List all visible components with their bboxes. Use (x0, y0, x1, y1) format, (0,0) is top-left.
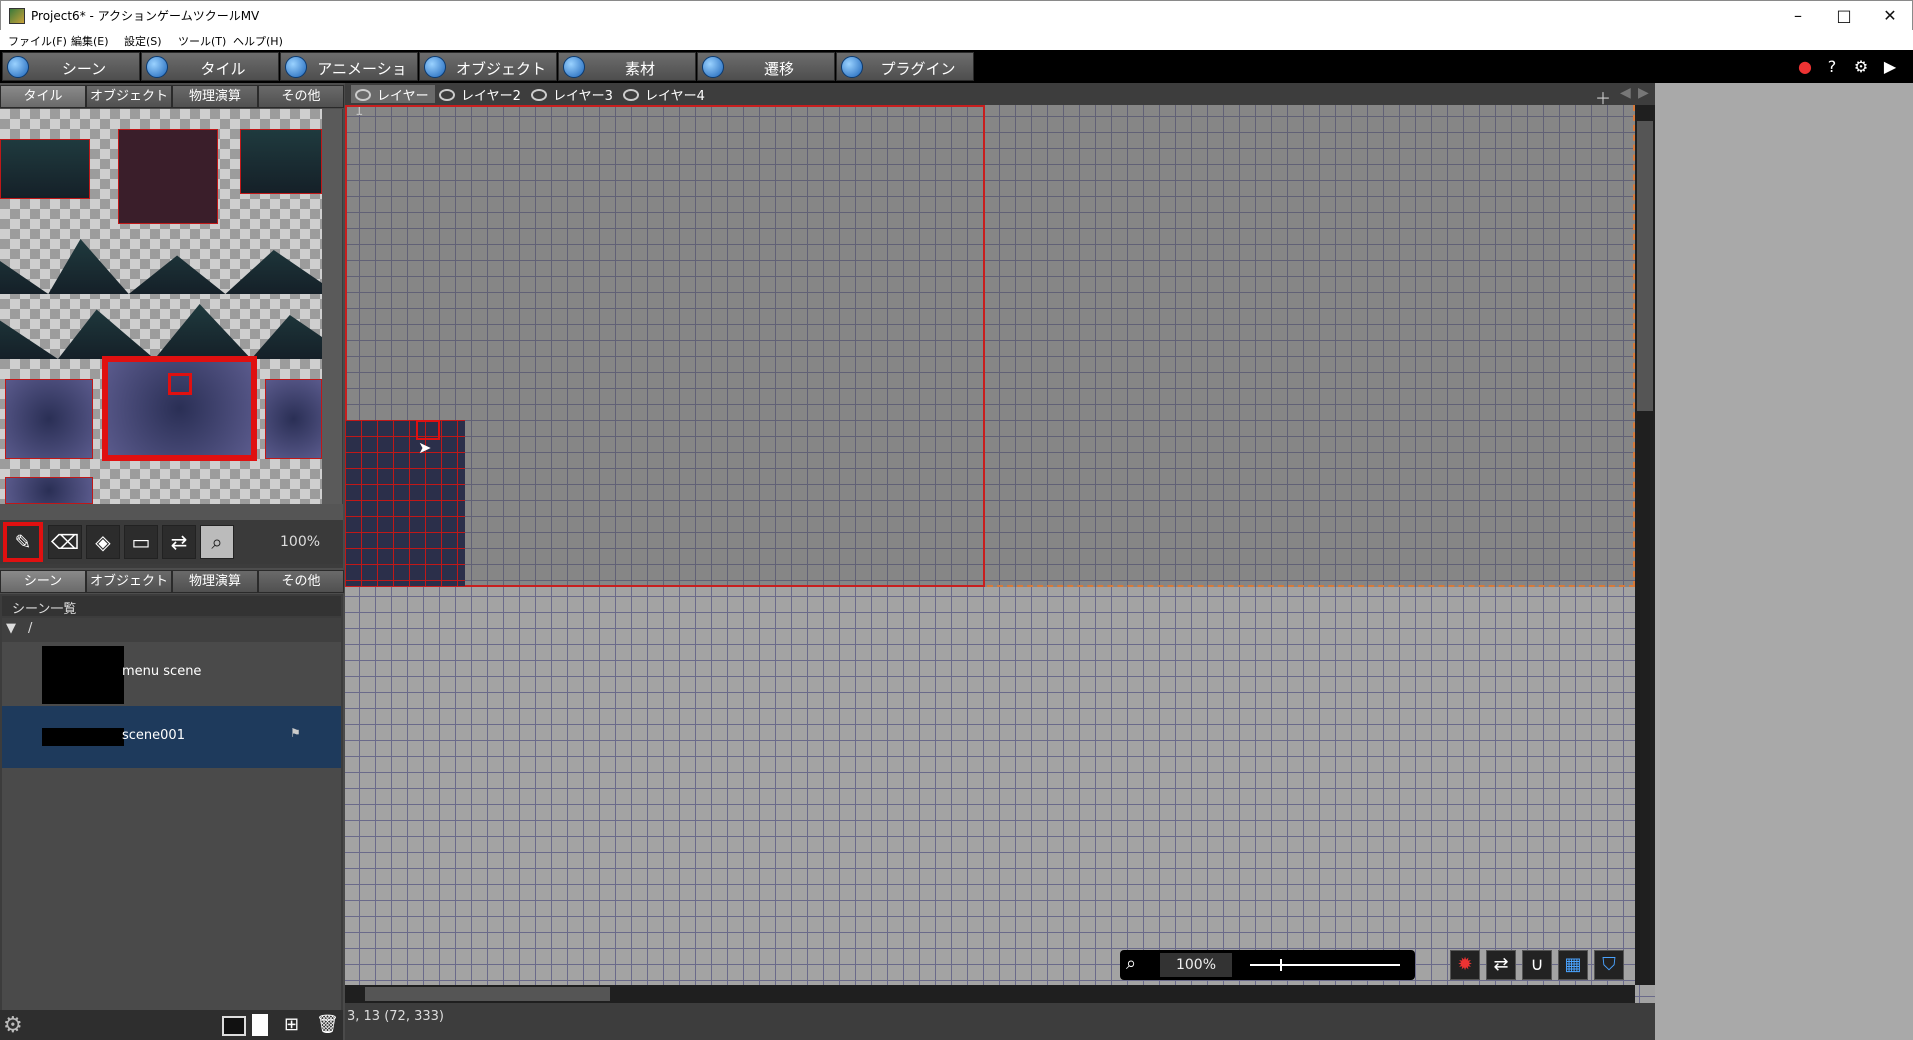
tab-animation[interactable]: アニメーション (280, 52, 418, 99)
subtab-scene[interactable]: シーン (0, 570, 86, 593)
gear-icon[interactable]: ⚙ (1852, 58, 1870, 76)
map-vscroll[interactable] (1635, 105, 1655, 985)
tab-plugin[interactable]: プラグイン (836, 52, 974, 81)
layer-tab-1[interactable]: レイヤー1 (351, 85, 435, 119)
placed-tiles (345, 420, 465, 586)
scene-item-menu[interactable]: menu scene (2, 642, 341, 704)
scene-thumbnail (42, 646, 124, 704)
scene-name: scene001 (122, 728, 185, 743)
select-tool-icon[interactable]: ▭ (124, 525, 158, 559)
menu-tools[interactable]: ツール(T) (178, 33, 226, 49)
scene-subtabs: シーン オブジェクト 物理演算 その他 (0, 568, 344, 594)
magnifier-icon[interactable]: ⌕ (1126, 953, 1136, 974)
arrow-left-icon[interactable]: ◀ (1620, 85, 1631, 101)
maximize-button[interactable]: □ (1821, 1, 1867, 31)
scene-thumbnail (42, 728, 124, 746)
layer-view-icon[interactable]: ⇄ (162, 525, 196, 559)
main-toolbar: シーン タイル アニメーション オブジェクト 素材 遷移 プラグイン ● ? ⚙… (0, 50, 1913, 99)
scene-list-header: シーン一覧 (2, 596, 341, 617)
tileset-vscroll[interactable] (322, 109, 342, 504)
subtab-tile[interactable]: タイル (0, 85, 86, 108)
object-icon (424, 56, 446, 78)
map-zoom-control: ⌕ 100% (1120, 950, 1415, 980)
trash-icon[interactable]: 🗑 (316, 1014, 339, 1035)
pen-tool-icon[interactable]: ✎ (3, 522, 43, 562)
eye-icon[interactable] (355, 89, 371, 101)
arrow-right-icon[interactable]: ▶ (1638, 85, 1649, 101)
start-flag-icon: ⚑ (290, 726, 301, 740)
tileset-hscroll[interactable] (0, 504, 343, 520)
right-strip (1655, 83, 1913, 1040)
tab-resources[interactable]: 素材 (558, 52, 696, 81)
scene-list: menu scene scene001 ⚑ (2, 642, 341, 1012)
menu-settings[interactable]: 設定(S) (124, 33, 162, 49)
status-bar: 3, 13 (72, 333) (345, 1003, 1655, 1040)
add-folder-icon[interactable]: ⊞ (284, 1014, 299, 1035)
cursor-position: 3, 13 (72, 333) (347, 1009, 444, 1024)
app-icon (9, 8, 25, 24)
magnet-icon[interactable]: ∪ (1522, 950, 1552, 980)
subtab-physics[interactable]: 物理演算 (172, 85, 258, 108)
eye-icon[interactable] (439, 89, 455, 101)
plugin-icon (841, 56, 863, 78)
tool-zoom-value: 100% (280, 534, 321, 550)
animation-icon (285, 56, 307, 78)
layer-tab-2[interactable]: レイヤー2 (439, 85, 529, 104)
subtab-scene-physics[interactable]: 物理演算 (172, 570, 258, 593)
settings-gear-icon[interactable]: ⚙ (3, 1014, 27, 1038)
resources-icon (563, 56, 585, 78)
folder-name: / (28, 621, 33, 636)
tile-tools: ✎ ⌫ ◈ ▭ ⇄ ⌕ 100% (0, 520, 343, 564)
scene-name: menu scene (122, 664, 202, 679)
map-hscroll[interactable] (345, 985, 1635, 1003)
eraser-tool-icon[interactable]: ⌫ (48, 525, 82, 559)
scene-icon (7, 56, 29, 78)
fill-tool-icon[interactable]: ◈ (86, 525, 120, 559)
tab-object[interactable]: オブジェクト (419, 52, 557, 81)
eye-icon[interactable] (531, 89, 547, 101)
tile-cursor (416, 420, 440, 440)
minimize-button[interactable]: – (1775, 1, 1821, 31)
layer-swap-icon[interactable]: ⇄ (1486, 950, 1516, 980)
collapse-icon[interactable]: ▼ (6, 621, 16, 636)
subtab-object[interactable]: オブジェクト (86, 85, 172, 108)
play-icon[interactable]: ▶ (1881, 58, 1899, 76)
map-zoom-value[interactable]: 100% (1160, 953, 1232, 977)
tileset-palette[interactable] (0, 109, 322, 504)
tile-subtabs: タイル オブジェクト 物理演算 その他 (0, 83, 344, 109)
folder-row[interactable]: ▼ / (2, 618, 341, 642)
grid-icon[interactable]: ▦ (1558, 950, 1588, 980)
subtab-other[interactable]: その他 (258, 85, 344, 108)
scene-item-scene001[interactable]: scene001 ⚑ (2, 706, 341, 768)
zoom-slider[interactable] (1250, 964, 1400, 966)
tile-icon (146, 56, 168, 78)
tab-transition[interactable]: 遷移 (697, 52, 835, 81)
menu-bar: ファイル(F) 編集(E) 設定(S) ツール(T) ヘルプ(H) (0, 30, 1913, 50)
tab-scene[interactable]: シーン (2, 52, 140, 81)
zoom-slider-thumb[interactable] (1280, 959, 1282, 971)
subtab-scene-other[interactable]: その他 (258, 570, 344, 593)
help-icon[interactable]: ? (1823, 58, 1841, 76)
layer-tab-4[interactable]: レイヤー4 (623, 85, 713, 104)
shield-icon[interactable]: ⛉ (1594, 950, 1624, 980)
new-scene-icon[interactable] (222, 1016, 246, 1036)
subtab-scene-object[interactable]: オブジェクト (86, 570, 172, 593)
close-button[interactable]: ✕ (1867, 1, 1913, 31)
menu-help[interactable]: ヘルプ(H) (233, 33, 283, 49)
record-icon[interactable]: ● (1796, 58, 1814, 76)
window-title: Project6* - アクションゲームツクールMV (31, 9, 260, 23)
paint-icon[interactable]: ✹ (1450, 950, 1480, 980)
tab-tile[interactable]: タイル (141, 52, 279, 81)
mouse-cursor-icon: ➤ (418, 438, 432, 457)
new-page-icon[interactable] (252, 1014, 268, 1036)
eye-icon[interactable] (623, 89, 639, 101)
layer-tabs: レイヤー1 レイヤー2 レイヤー3 レイヤー4 ＋ ◀ ▶ (345, 83, 1655, 119)
menu-file[interactable]: ファイル(F) (8, 33, 67, 49)
transition-icon (702, 56, 724, 78)
scene-footer: ⚙ ⊞ 🗑 (0, 1010, 343, 1040)
menu-edit[interactable]: 編集(E) (71, 33, 109, 49)
title-bar: Project6* - アクションゲームツクールMV – □ ✕ (0, 0, 1913, 30)
zoom-tool-icon[interactable]: ⌕ (200, 525, 234, 559)
layer-tab-3[interactable]: レイヤー3 (531, 85, 621, 104)
